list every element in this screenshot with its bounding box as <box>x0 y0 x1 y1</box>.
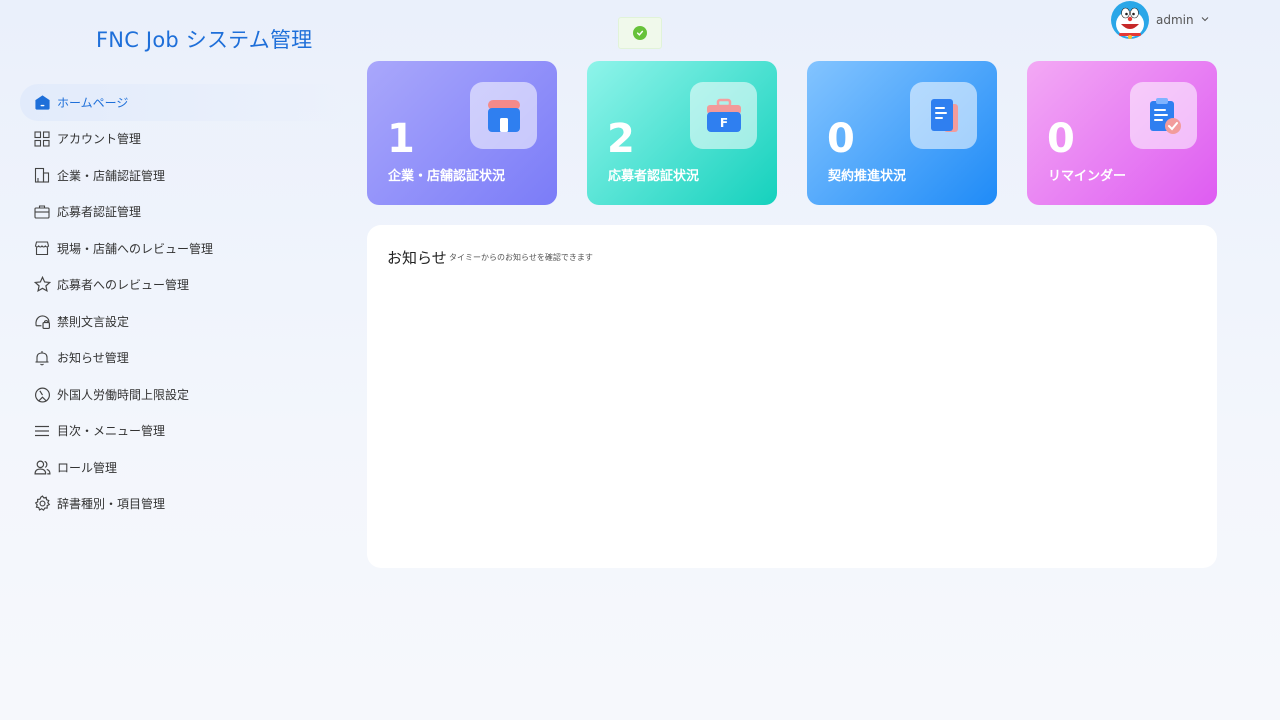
home-icon <box>33 93 51 111</box>
gear-icon <box>33 495 51 513</box>
sidebar-item-forbidden-words[interactable]: 禁則文言設定 <box>20 303 346 340</box>
sidebar-item-label: 応募者認証管理 <box>57 205 142 220</box>
store-icon <box>33 239 51 257</box>
sidebar-item-label: アカウント管理 <box>57 132 142 147</box>
sidebar-item-menu-management[interactable]: 目次・メニュー管理 <box>20 413 346 450</box>
stat-card-applicant-auth[interactable]: F 2 応募者認証状況 <box>587 61 777 205</box>
stat-label: 企業・店舗認証状況 <box>388 169 506 184</box>
sidebar-item-label: 辞書種別・項目管理 <box>57 497 166 512</box>
stat-label: リマインダー <box>1048 169 1127 184</box>
user-name: admin <box>1156 13 1194 27</box>
sidebar-item-foreign-work-hours[interactable]: 外国人労働時間上限設定 <box>20 376 346 413</box>
user-menu[interactable]: admin <box>1110 0 1209 40</box>
stat-label: 契約推進状況 <box>828 169 907 184</box>
sidebar-item-label: 現場・店舗へのレビュー管理 <box>57 241 214 256</box>
chevron-down-icon <box>1201 15 1209 25</box>
sidebar-item-label: 目次・メニュー管理 <box>57 424 166 439</box>
sidebar-item-label: 禁則文言設定 <box>57 314 130 329</box>
sidebar-item-label: ロール管理 <box>57 460 118 475</box>
sidebar-item-label: 企業・店舗認証管理 <box>57 168 166 183</box>
sidebar-item-label: お知らせ管理 <box>57 351 129 366</box>
success-check-icon <box>633 26 647 40</box>
sidebar-item-company-auth[interactable]: 企業・店舗認証管理 <box>20 157 346 194</box>
app-title: FNC Job システム管理 <box>96 28 313 52</box>
sidebar-item-accounts[interactable]: アカウント管理 <box>20 121 346 158</box>
notice-title: お知らせ <box>387 249 447 267</box>
sidebar-item-applicant-auth[interactable]: 応募者認証管理 <box>20 194 346 231</box>
document-icon <box>910 82 977 149</box>
sidebar-item-label: ホームページ <box>57 95 129 110</box>
stat-card-contract-progress[interactable]: 0 契約推進状況 <box>807 61 997 205</box>
sidebar-item-label: 応募者へのレビュー管理 <box>57 278 190 293</box>
bag-icon: F <box>690 82 757 149</box>
notice-subtitle: タイミーからのお知らせを確認できます <box>449 253 593 262</box>
stat-label: 応募者認証状況 <box>608 169 700 184</box>
grid-icon <box>33 130 51 148</box>
star-icon <box>33 276 51 294</box>
svg-text:F: F <box>719 116 727 130</box>
menu-icon <box>33 422 51 440</box>
building-icon <box>33 166 51 184</box>
sidebar-item-dictionary[interactable]: 辞書種別・項目管理 <box>20 486 346 523</box>
shield-text-icon <box>33 312 51 330</box>
sidebar-item-roles[interactable]: ロール管理 <box>20 449 346 486</box>
gauge-icon <box>33 385 51 403</box>
sidebar-item-label: 外国人労働時間上限設定 <box>57 387 190 402</box>
sidebar-item-applicant-review[interactable]: 応募者へのレビュー管理 <box>20 267 346 304</box>
users-icon <box>33 458 51 476</box>
clipboard-check-icon <box>1130 82 1197 149</box>
sidebar-item-store-review[interactable]: 現場・店舗へのレビュー管理 <box>20 230 346 267</box>
avatar <box>1110 0 1150 40</box>
sidebar: ホームページ アカウント管理 企業・店舗認証管理 応募者認証管理 現場・店舗への… <box>20 84 346 522</box>
sidebar-item-home[interactable]: ホームページ <box>20 84 346 121</box>
stat-card-reminder[interactable]: 0 リマインダー <box>1027 61 1217 205</box>
stat-value: 0 <box>1047 116 1075 162</box>
sidebar-item-notices[interactable]: お知らせ管理 <box>20 340 346 377</box>
shop-icon <box>470 82 537 149</box>
stat-card-company-auth[interactable]: 1 企業・店舗認証状況 <box>367 61 557 205</box>
briefcase-icon <box>33 203 51 221</box>
success-toast <box>618 17 662 49</box>
bell-icon <box>33 349 51 367</box>
notice-panel: お知らせ タイミーからのお知らせを確認できます <box>367 225 1217 568</box>
stat-value: 0 <box>827 116 855 162</box>
stat-value: 2 <box>607 116 635 162</box>
stat-value: 1 <box>387 116 415 162</box>
